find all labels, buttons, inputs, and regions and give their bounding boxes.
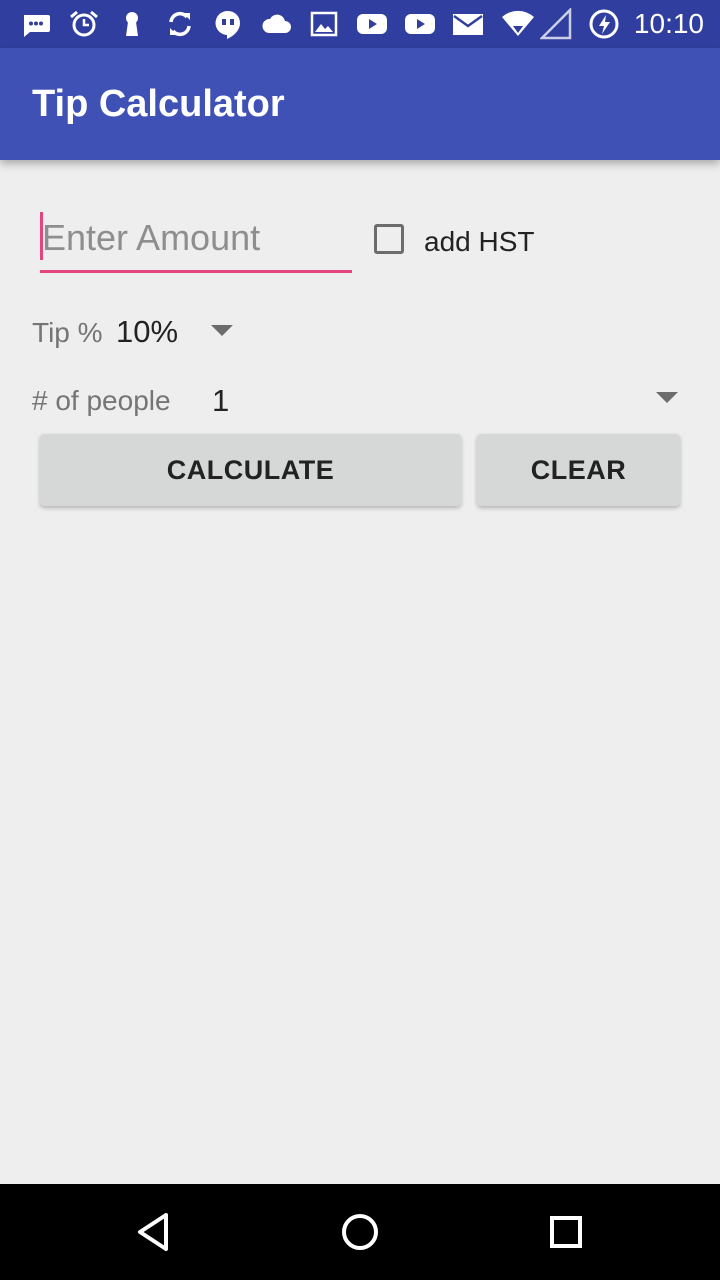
alarm-clock-icon [68,8,100,40]
signal-icon [540,8,572,40]
navigation-bar [0,1184,720,1280]
cloud-icon [260,8,292,40]
people-value: 1 [212,383,230,418]
hangouts-icon [212,8,244,40]
recents-icon[interactable] [542,1208,590,1256]
app-bar: Tip Calculator [0,48,720,160]
mail-icon [452,8,484,40]
dropdown-arrow-icon [656,392,678,403]
clear-button[interactable]: CLEAR [477,434,680,506]
people-label: # of people [32,385,171,416]
home-icon[interactable] [336,1208,384,1256]
tip-spinner[interactable]: 10% [116,310,256,356]
chat-bubble-icon [20,8,52,40]
youtube-icon [356,8,388,40]
tip-label: Tip % [32,317,103,348]
keyhole-icon [116,8,148,40]
status-time: 10:10 [633,8,704,39]
amount-field[interactable] [40,212,352,273]
checkbox-box[interactable] [374,224,404,254]
back-icon[interactable] [131,1208,179,1256]
amount-input[interactable] [42,214,342,262]
people-spinner[interactable]: 1 [200,376,690,422]
page-title: Tip Calculator [32,83,285,125]
calculate-button[interactable]: CALCULATE [40,434,461,506]
tip-value: 10% [116,314,179,349]
add-hst-label: add HST [424,226,535,257]
status-bar: 10:10 [0,0,720,48]
youtube-icon [404,8,436,40]
battery-charging-icon [588,8,620,40]
image-icon [308,8,340,40]
sync-icon [164,8,196,40]
wifi-icon [502,8,534,40]
dropdown-arrow-icon [211,325,233,336]
